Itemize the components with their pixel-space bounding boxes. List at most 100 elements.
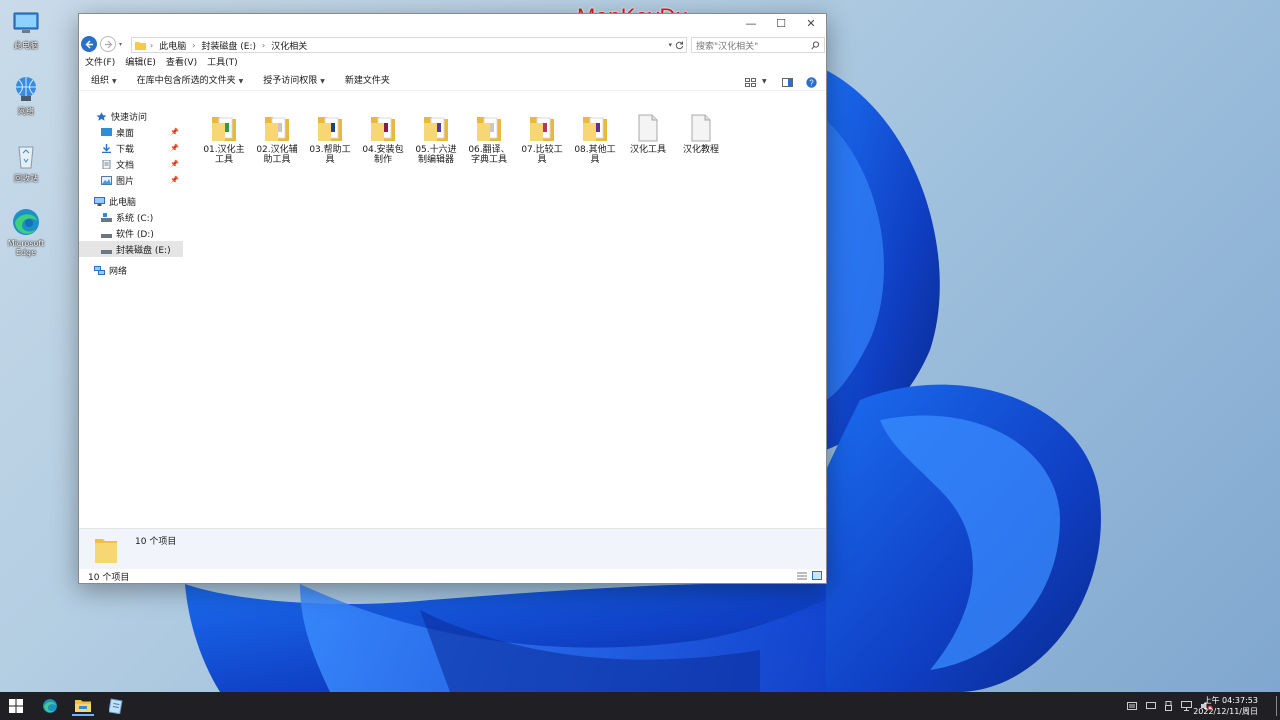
- menu-bar: 文件(F) 编辑(E) 查看(V) 工具(T): [79, 54, 826, 69]
- desktop-icon-label: 网络: [18, 107, 34, 116]
- notepad-icon: [109, 698, 123, 714]
- breadcrumb-this-pc[interactable]: 此电脑: [159, 39, 186, 52]
- nav-item-label: 快速访问: [111, 112, 148, 123]
- computer-icon: [94, 196, 105, 206]
- desktop-icon-this-pc[interactable]: 此电脑: [4, 8, 48, 51]
- nav-item-pictures[interactable]: 图片 📌: [79, 172, 183, 188]
- nav-item-documents[interactable]: 文档 📌: [79, 156, 183, 172]
- drive-icon: [101, 249, 112, 254]
- breadcrumb-drive-e[interactable]: 封装磁盘 (E:): [201, 39, 256, 52]
- network-status-icon[interactable]: [1181, 701, 1192, 711]
- help-icon[interactable]: ?: [806, 77, 817, 88]
- menu-view[interactable]: 查看(V): [166, 55, 197, 68]
- usb-icon[interactable]: [1165, 701, 1172, 711]
- folder-item[interactable]: 03.帮助工具: [305, 114, 355, 165]
- show-desktop-button[interactable]: [1276, 696, 1277, 716]
- folder-item[interactable]: 01.汉化主 工具: [199, 114, 249, 165]
- taskbar-file-explorer[interactable]: [72, 696, 94, 716]
- nav-drive-d[interactable]: 软件 (D:): [79, 225, 183, 241]
- folder-item[interactable]: 07.比较工具: [517, 114, 567, 165]
- file-item[interactable]: 汉化教程: [676, 114, 726, 155]
- file-explorer-icon: [75, 700, 91, 712]
- desktop-icon-recycle-bin[interactable]: 回收站: [4, 141, 48, 184]
- new-folder-button[interactable]: 新建文件夹: [345, 73, 390, 86]
- command-label: 在库中包含所选的文件夹: [136, 76, 236, 86]
- file-icon: [691, 114, 711, 142]
- svg-text:?: ?: [809, 78, 814, 87]
- folder-icon: [318, 117, 342, 141]
- folder-icon: [135, 41, 146, 50]
- network-icon: [16, 77, 36, 101]
- download-icon: [102, 143, 111, 153]
- address-bar[interactable]: › 此电脑 › 封装磁盘 (E:) › 汉化相关 ▾: [131, 37, 687, 53]
- keyboard-icon[interactable]: [1127, 702, 1137, 710]
- include-in-library-button[interactable]: 在库中包含所选的文件夹 ▼: [137, 73, 244, 86]
- file-icon: [638, 114, 658, 142]
- menu-tools[interactable]: 工具(T): [207, 55, 238, 68]
- folder-icon: [212, 117, 236, 141]
- item-name-line-1: 汉化教程: [682, 145, 719, 155]
- folder-item[interactable]: 06.翻译、 字典工具: [464, 114, 514, 165]
- nav-item-label: 网络: [109, 266, 128, 277]
- nav-drive-c[interactable]: 系统 (C:): [79, 209, 183, 225]
- recent-locations-dropdown[interactable]: ▾: [119, 41, 122, 48]
- item-name-line-1: 汉化工具: [629, 145, 666, 155]
- folder-item[interactable]: 08.其他工具: [570, 114, 620, 165]
- forward-button[interactable]: [100, 36, 116, 52]
- taskbar-clock[interactable]: 上午 04:37:53 2022/12/11/周日: [1193, 695, 1258, 717]
- item-name-line-2: 助工具: [263, 155, 291, 165]
- address-dropdown-button[interactable]: ▾: [668, 41, 672, 49]
- network-icon: [94, 265, 105, 275]
- menu-file[interactable]: 文件(F): [85, 55, 115, 68]
- view-options-icon[interactable]: [745, 78, 757, 87]
- item-name-line-2: 字典工具: [470, 155, 507, 165]
- drive-icon: [101, 233, 112, 238]
- folder-item[interactable]: 05.十六进 制编辑器: [411, 114, 461, 165]
- large-icons-view-icon[interactable]: [812, 571, 822, 580]
- taskbar-edge[interactable]: [39, 696, 61, 716]
- minimize-button[interactable]: —: [739, 17, 763, 31]
- nav-item-desktop[interactable]: 桌面 📌: [79, 124, 183, 140]
- taskbar-notepad[interactable]: [105, 696, 127, 716]
- preview-pane-icon[interactable]: [782, 78, 793, 87]
- pin-icon: 📌: [170, 176, 179, 184]
- file-item[interactable]: 汉化工具: [623, 114, 673, 155]
- nav-this-pc[interactable]: 此电脑: [79, 193, 183, 209]
- start-button[interactable]: [5, 696, 27, 716]
- arrow-left-icon: [85, 40, 93, 48]
- nav-quick-access[interactable]: 快速访问: [79, 108, 183, 124]
- folder-item[interactable]: 04.安装包 制作: [358, 114, 408, 165]
- desktop-icon-label: 回收站: [14, 174, 38, 183]
- view-options-dropdown[interactable]: ▼: [762, 78, 767, 85]
- share-with-button[interactable]: 授予访问权限 ▼: [263, 73, 325, 86]
- back-button[interactable]: [81, 36, 97, 52]
- command-label: 组织: [91, 76, 110, 86]
- chevron-down-icon: ▼: [320, 78, 325, 85]
- menu-edit[interactable]: 编辑(E): [125, 55, 156, 68]
- nav-item-label: 桌面: [116, 128, 135, 139]
- display-icon[interactable]: [1146, 702, 1156, 710]
- nav-item-label: 封装磁盘 (E:): [116, 245, 171, 256]
- title-bar[interactable]: — ☐ ✕: [79, 14, 826, 34]
- refresh-icon[interactable]: [675, 41, 684, 50]
- item-name-line-2: 制作: [373, 155, 392, 165]
- document-icon: [102, 159, 111, 169]
- breadcrumb-current-folder[interactable]: 汉化相关: [271, 39, 307, 52]
- command-label: 新建文件夹: [344, 76, 390, 86]
- desktop-icon-label: 此电脑: [14, 41, 38, 50]
- details-pane: 10 个项目: [79, 528, 826, 569]
- desktop-icon-edge[interactable]: Microsoft Edge: [4, 207, 48, 257]
- command-bar: 组织 ▼ 在库中包含所选的文件夹 ▼ 授予访问权限 ▼ 新建文件夹 ▼ ?: [79, 69, 826, 91]
- maximize-button[interactable]: ☐: [769, 17, 793, 31]
- nav-drive-e[interactable]: 封装磁盘 (E:): [79, 241, 183, 257]
- nav-network[interactable]: 网络: [79, 262, 183, 278]
- recycle-bin-icon: [18, 146, 34, 169]
- details-view-icon[interactable]: [797, 572, 807, 580]
- desktop-icon-network[interactable]: 网络: [4, 74, 48, 117]
- nav-item-label: 系统 (C:): [116, 213, 154, 224]
- close-button[interactable]: ✕: [799, 17, 823, 31]
- search-input[interactable]: 搜索"汉化相关": [691, 37, 825, 53]
- organize-button[interactable]: 组织 ▼: [91, 73, 117, 86]
- folder-item[interactable]: 02.汉化辅 助工具: [252, 114, 302, 165]
- nav-item-downloads[interactable]: 下载 📌: [79, 140, 183, 156]
